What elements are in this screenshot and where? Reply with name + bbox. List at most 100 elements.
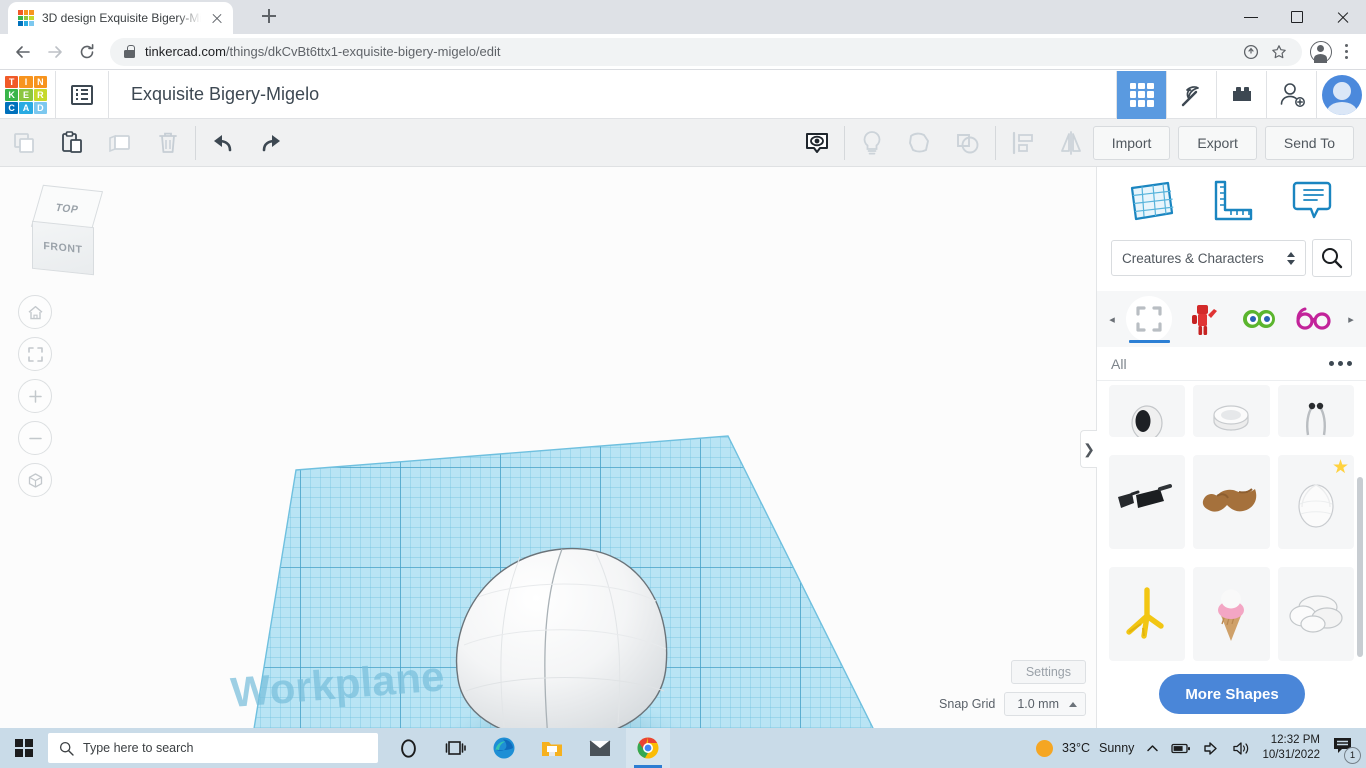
view-cube-front-face[interactable]: FRONT xyxy=(32,221,94,276)
shape-ice-cream-icon xyxy=(1207,580,1255,648)
tab-characters[interactable] xyxy=(1178,291,1231,347)
chrome-icon xyxy=(636,736,660,760)
project-title[interactable]: Exquisite Bigery-Migelo xyxy=(131,84,319,105)
zoom-out-button[interactable] xyxy=(18,421,52,455)
group-button[interactable] xyxy=(896,119,944,167)
tab-close-icon[interactable] xyxy=(209,10,225,26)
address-bar[interactable]: tinkercad.com/things/dkCvBt6ttx1-exquisi… xyxy=(110,38,1302,66)
shape-item-brain[interactable] xyxy=(1278,567,1354,661)
import-button[interactable]: Import xyxy=(1093,126,1171,160)
light-button[interactable] xyxy=(848,119,896,167)
ungroup-button[interactable] xyxy=(944,119,992,167)
design-canvas[interactable]: Workplane TOP FRONT xyxy=(0,167,1096,728)
user-avatar xyxy=(1322,75,1362,115)
workplane-tool-button[interactable] xyxy=(1126,178,1176,229)
tab-glasses[interactable] xyxy=(1287,291,1340,347)
logo-tile-r: R xyxy=(34,89,47,101)
pickaxe-icon xyxy=(1178,81,1206,109)
shape-item-mustache[interactable] xyxy=(1193,455,1269,549)
blocks-button[interactable] xyxy=(1216,71,1266,119)
shape-item-egg[interactable]: ★ xyxy=(1278,455,1354,549)
ruler-tool-button[interactable] xyxy=(1206,178,1256,229)
more-options-button[interactable] xyxy=(1329,361,1352,366)
shape-item-antennae[interactable] xyxy=(1278,385,1354,437)
show-hide-button[interactable] xyxy=(793,119,841,167)
shape-mustache-icon xyxy=(1195,481,1267,523)
notification-center-button[interactable]: 1 xyxy=(1332,735,1358,761)
delete-button[interactable] xyxy=(144,119,192,167)
mail-button[interactable] xyxy=(578,728,622,768)
export-button[interactable]: Export xyxy=(1178,126,1256,160)
home-view-button[interactable] xyxy=(18,295,52,329)
settings-button[interactable]: Settings xyxy=(1011,660,1086,684)
browser-menu-button[interactable] xyxy=(1334,38,1358,66)
cortana-button[interactable] xyxy=(386,728,430,768)
more-shapes-button[interactable]: More Shapes xyxy=(1159,674,1304,714)
browser-profile-avatar[interactable] xyxy=(1310,41,1332,63)
shape-item-eye[interactable] xyxy=(1109,385,1185,437)
start-button[interactable] xyxy=(0,728,48,768)
back-button[interactable] xyxy=(8,37,38,67)
copy-button[interactable] xyxy=(0,119,48,167)
taskbar-apps xyxy=(386,728,670,768)
workplane: Workplane xyxy=(0,167,1096,728)
file-explorer-button[interactable] xyxy=(530,728,574,768)
zoom-in-button[interactable] xyxy=(18,379,52,413)
paste-button[interactable] xyxy=(48,119,96,167)
perspective-toggle-button[interactable] xyxy=(18,463,52,497)
tabs-prev-arrow[interactable]: ◂ xyxy=(1103,313,1121,326)
fit-to-view-button[interactable] xyxy=(18,337,52,371)
bookmark-star-icon[interactable] xyxy=(1270,43,1288,61)
tabs-next-arrow[interactable]: ▸ xyxy=(1342,313,1360,326)
weather-widget[interactable]: 33°C Sunny xyxy=(1036,740,1134,757)
logo-tile-c: C xyxy=(5,102,18,114)
tab-eyes[interactable] xyxy=(1233,291,1286,347)
editor-toolbar: Import Export Send To xyxy=(0,119,1366,167)
invite-person-button[interactable] xyxy=(1266,71,1316,119)
view-cube[interactable]: TOP FRONT xyxy=(24,184,114,274)
mirror-button[interactable] xyxy=(1047,119,1095,167)
panel-collapse-button[interactable]: ❯ xyxy=(1080,430,1097,468)
network-icon xyxy=(1203,741,1220,756)
window-minimize-button[interactable] xyxy=(1228,0,1274,34)
snap-grid-select[interactable]: 1.0 mm xyxy=(1004,692,1086,716)
taskbar-clock[interactable]: 12:32 PM 10/31/2022 xyxy=(1262,733,1320,763)
user-avatar-button[interactable] xyxy=(1316,71,1366,119)
plus-icon xyxy=(27,388,44,405)
tab-all-shapes[interactable] xyxy=(1123,291,1176,347)
shape-search-button[interactable] xyxy=(1312,239,1352,277)
tinkercad-logo[interactable]: T I N K E R C A D xyxy=(5,76,47,114)
tray-expand-button[interactable] xyxy=(1146,742,1159,755)
project-list-button[interactable] xyxy=(56,71,108,119)
send-to-button[interactable]: Send To xyxy=(1265,126,1354,160)
ruler-tool-icon xyxy=(1206,178,1256,224)
shape-item-ring[interactable] xyxy=(1193,385,1269,437)
shape-grid-scrollbar[interactable] xyxy=(1357,477,1363,657)
undo-button[interactable] xyxy=(199,119,247,167)
chrome-button[interactable] xyxy=(626,728,670,768)
shape-category-select[interactable]: Creatures & Characters xyxy=(1111,240,1306,276)
notes-tool-button[interactable] xyxy=(1287,178,1337,229)
browser-tab[interactable]: 3D design Exquisite Bigery-Migelo xyxy=(8,2,233,34)
minecraft-button[interactable] xyxy=(1166,71,1216,119)
filter-all-label[interactable]: All xyxy=(1111,356,1127,372)
task-view-button[interactable] xyxy=(434,728,478,768)
shape-item-ice-cream[interactable] xyxy=(1193,567,1269,661)
window-close-button[interactable] xyxy=(1320,0,1366,34)
minus-icon xyxy=(27,430,44,447)
new-tab-button[interactable] xyxy=(255,2,283,30)
redo-button[interactable] xyxy=(247,119,295,167)
network-button[interactable] xyxy=(1203,741,1220,756)
shape-item-sunglasses[interactable] xyxy=(1109,455,1185,549)
edge-button[interactable] xyxy=(482,728,526,768)
volume-button[interactable] xyxy=(1232,741,1250,756)
align-button[interactable] xyxy=(999,119,1047,167)
battery-button[interactable] xyxy=(1171,742,1191,755)
duplicate-button[interactable] xyxy=(96,119,144,167)
taskbar-search-box[interactable]: Type here to search xyxy=(48,733,378,763)
reload-button[interactable] xyxy=(72,37,102,67)
shape-item-bird-foot[interactable] xyxy=(1109,567,1185,661)
share-icon[interactable] xyxy=(1242,43,1260,61)
window-maximize-button[interactable] xyxy=(1274,0,1320,34)
grid-apps-button[interactable] xyxy=(1116,71,1166,119)
